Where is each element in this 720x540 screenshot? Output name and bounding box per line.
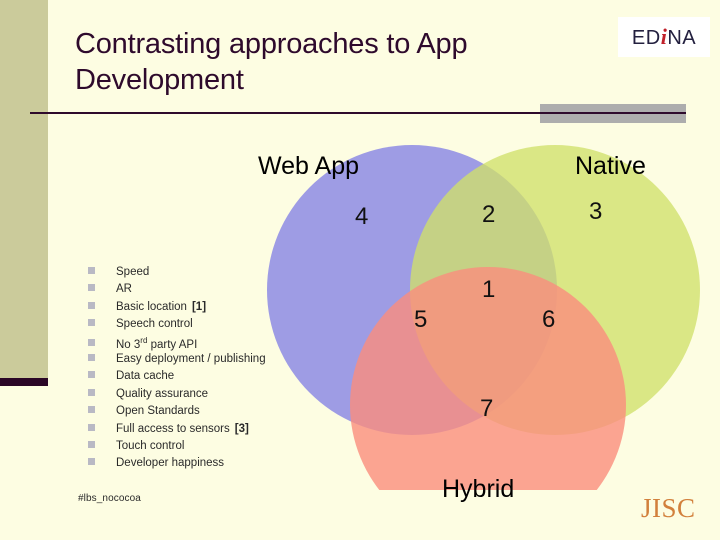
list-item: No 3rd party API — [88, 336, 358, 353]
bullet-square-icon — [88, 388, 95, 396]
list-item-label: AR — [116, 283, 132, 296]
list-item-label: Developer happiness — [116, 457, 225, 470]
venn-region-number-webapp-hybrid: 5 — [414, 306, 428, 333]
venn-label-hybrid: Hybrid — [442, 475, 515, 503]
jisc-logo: JISC — [641, 493, 696, 523]
venn-region-number-native-only: 3 — [589, 198, 603, 225]
bullet-square-icon — [88, 371, 95, 379]
feature-list: Speed AR Basic location [1] Speech control No… — [88, 266, 358, 475]
list-item: AR — [88, 283, 358, 300]
footnote-reference: [1] — [191, 300, 207, 313]
bullet-square-icon — [88, 339, 95, 347]
list-item: Speed — [88, 266, 358, 283]
bullet-square-icon — [88, 353, 95, 361]
list-item-label: Speed — [116, 266, 150, 278]
bullet-square-icon — [88, 267, 95, 274]
venn-label-native: Native — [575, 152, 646, 180]
bullet-square-icon — [88, 301, 95, 309]
venn-region-number-webapp-native: 2 — [482, 201, 496, 228]
bullet-square-icon — [88, 423, 95, 431]
bullet-square-icon — [88, 319, 95, 327]
venn-region-number-native-hybrid: 6 — [542, 306, 556, 333]
venn-region-number-all-three: 1 — [482, 276, 496, 303]
edina-logo: EDiNA — [618, 17, 710, 57]
edina-logo-prefix: ED — [631, 27, 661, 49]
list-item: Full access to sensors [3] — [88, 423, 358, 440]
list-item-label: Full access to sensors — [116, 422, 230, 435]
list-item: Data cache — [88, 370, 358, 387]
footnote-reference: [3] — [234, 422, 249, 435]
title-rule-line — [30, 112, 686, 114]
list-item-label: Speech control — [116, 318, 193, 331]
list-item: Quality assurance — [88, 388, 358, 405]
list-item-label: Data cache — [116, 370, 175, 383]
edina-logo-suffix: NA — [667, 27, 697, 49]
list-item-label: Quality assurance — [116, 387, 209, 400]
venn-label-web-app: Web App — [258, 152, 360, 180]
list-item: Easy deployment / publishing — [88, 353, 358, 370]
venn-region-number-webapp-only: 4 — [355, 203, 369, 230]
list-item-label: Basic location — [116, 300, 187, 313]
left-band-end-cap — [0, 378, 48, 386]
list-item-label: Easy deployment / publishing — [116, 352, 266, 365]
list-item: Speech control — [88, 318, 358, 335]
list-item: Basic location [1] — [88, 301, 358, 318]
bullet-square-icon — [88, 406, 95, 414]
list-item: Developer happiness — [88, 457, 358, 474]
left-decorative-band — [0, 0, 48, 378]
bullet-square-icon — [88, 458, 95, 466]
list-item-label: Open Standards — [116, 405, 200, 418]
page-title: Contrasting approaches to App Developmen… — [75, 28, 468, 96]
ordinal-superscript: rd — [140, 335, 148, 345]
list-item-label: Touch control — [116, 439, 185, 452]
list-item-label: No 3rd party API — [116, 335, 198, 351]
bullet-square-icon — [88, 284, 95, 292]
list-item: Touch control — [88, 440, 358, 457]
venn-region-number-hybrid-only: 7 — [480, 395, 494, 422]
edina-logo-wordmark: EDiNA — [632, 24, 696, 50]
list-item: Open Standards — [88, 405, 358, 422]
footer-hashtag: #lbs_nococoa — [78, 493, 141, 504]
bullet-square-icon — [88, 440, 95, 448]
